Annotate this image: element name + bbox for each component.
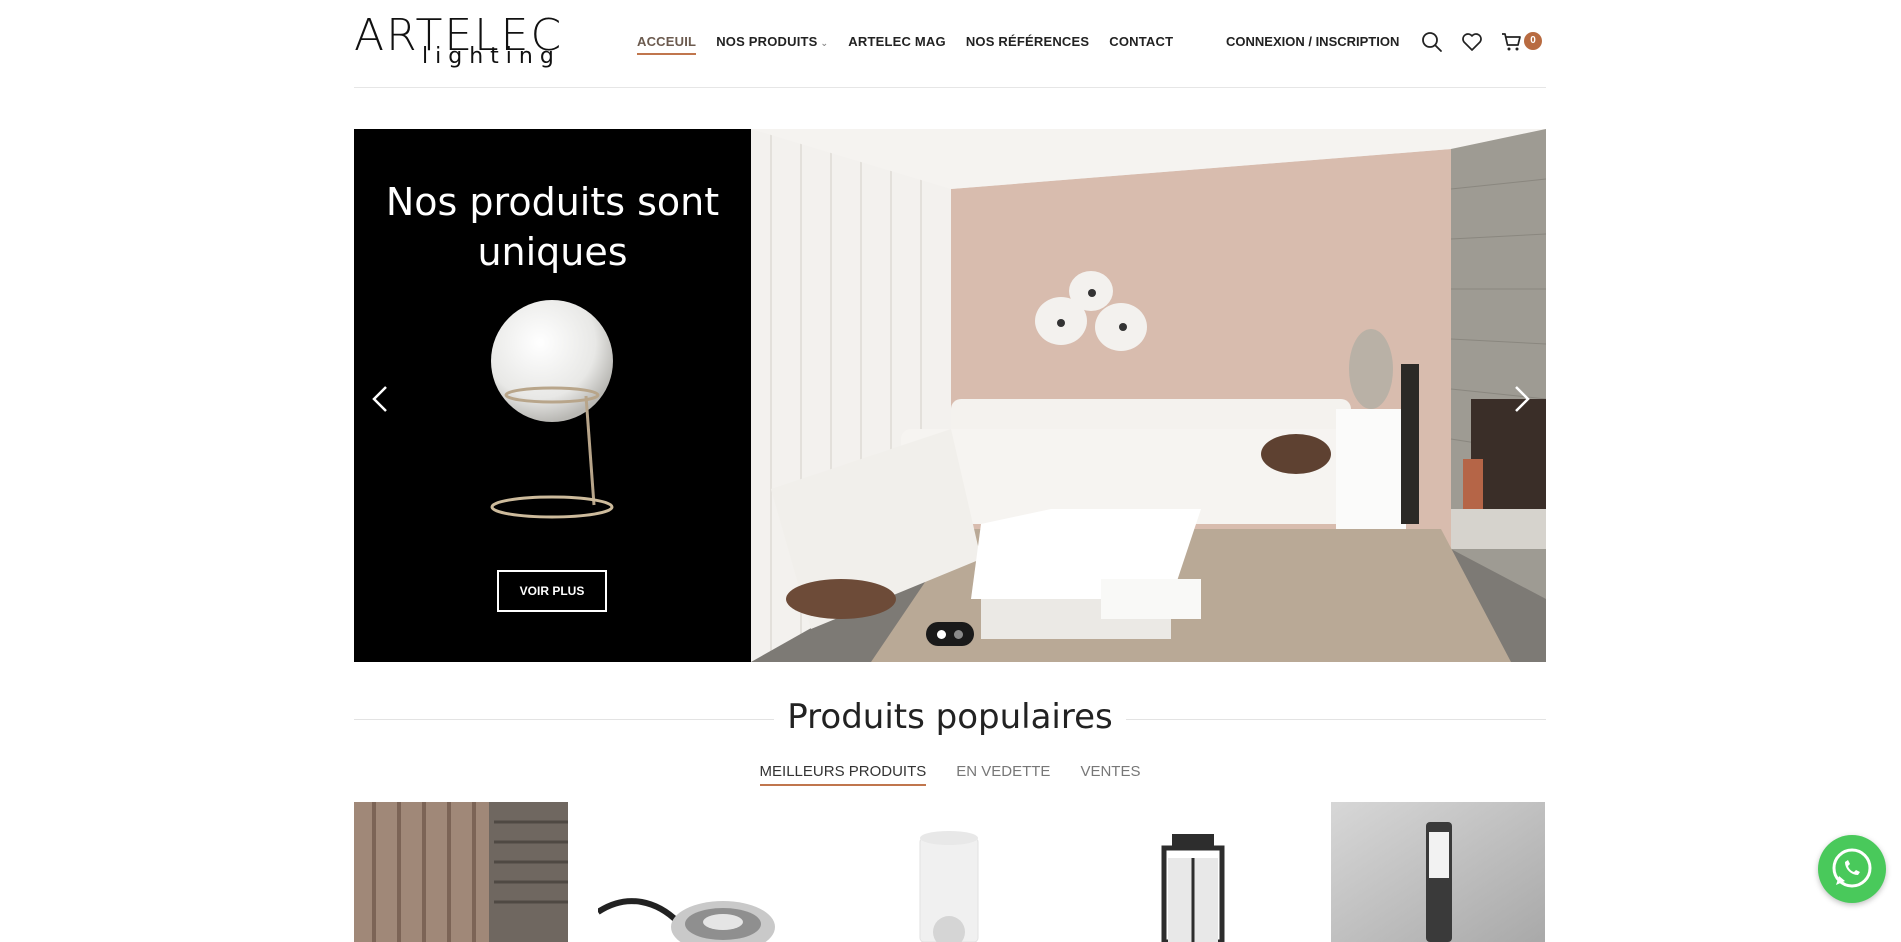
slider-pagination [926,622,974,646]
nav-item-artelec-mag[interactable]: ARTELEC MAG [848,34,946,49]
slider-dot-1[interactable] [937,629,946,639]
nav-item-label: NOS PRODUITS [716,34,818,49]
cart-icon [1502,33,1521,51]
search-icon[interactable] [1420,30,1444,54]
chevron-down-icon: ⌄ [820,38,829,48]
hero-slider: Nos produits sont uniques VOIR PLUS [354,129,1546,662]
artelec-logo[interactable]: ARTELEC lighting [354,10,561,72]
product-card[interactable] [354,802,568,942]
chevron-right-icon [1515,386,1530,412]
product-image [598,802,812,942]
living-room-image [751,129,1546,662]
logo-tagline: lighting [422,44,561,69]
site-header: ARTELEC lighting ACCEUIL NOS PRODUITS ⌄ A… [354,0,1546,88]
nav-item-nos-references[interactable]: NOS RÉFÉRENCES [966,34,1089,49]
section-title: Produits populaires [787,697,1113,737]
nav-item-contact[interactable]: CONTACT [1109,34,1173,49]
voir-plus-button[interactable]: VOIR PLUS [497,570,607,612]
nav-item-acceuil[interactable]: ACCEUIL [637,34,697,55]
globe-lamp-image [490,300,614,519]
tab-meilleurs-produits[interactable]: MEILLEURS PRODUITS [759,763,926,786]
tab-en-vedette[interactable]: EN VEDETTE [956,763,1050,784]
product-image [842,802,1056,942]
heart-icon[interactable] [1460,30,1484,54]
tab-ventes[interactable]: VENTES [1080,763,1140,784]
cart-button[interactable]: 0 [1500,30,1544,54]
whatsapp-button[interactable] [1818,835,1886,903]
product-card[interactable] [842,802,1056,942]
slider-prev-arrow[interactable] [366,379,396,419]
whatsapp-icon [1832,848,1872,888]
slider-dot-2[interactable] [954,629,963,639]
product-image [1331,802,1545,942]
product-image [354,802,568,942]
slide-title: Nos produits sont uniques [385,180,720,274]
login-register-link[interactable]: CONNEXION / INSCRIPTION [1226,34,1399,49]
product-card[interactable] [1086,802,1300,942]
slide-text-panel: Nos produits sont uniques VOIR PLUS [354,129,751,662]
slider-next-arrow[interactable] [1506,379,1536,419]
chevron-left-icon [372,386,387,412]
product-tabs: MEILLEURS PRODUITS EN VEDETTE VENTES [354,763,1546,786]
main-nav: ACCEUIL NOS PRODUITS ⌄ ARTELEC MAG NOS RÉ… [637,34,1173,55]
cart-count-badge: 0 [1524,32,1542,50]
product-image [1086,802,1300,942]
nav-item-nos-produits[interactable]: NOS PRODUITS ⌄ [716,34,828,49]
product-card[interactable] [1331,802,1545,942]
product-card[interactable] [598,802,812,942]
